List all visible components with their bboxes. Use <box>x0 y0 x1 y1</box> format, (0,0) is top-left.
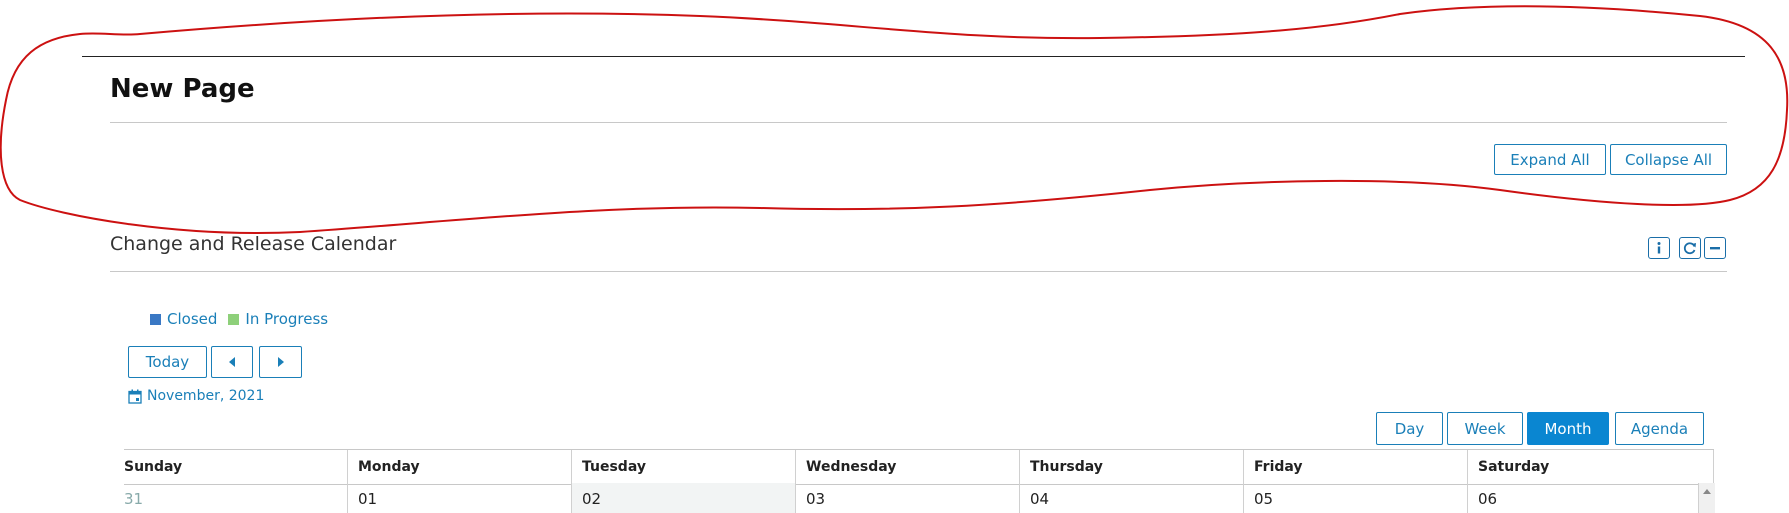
prev-button[interactable] <box>211 346 253 378</box>
day-header-saturday: Saturday <box>1468 450 1714 484</box>
calendar-header: Sunday Monday Tuesday Wednesday Thursday… <box>124 449 1714 485</box>
widget-title: Change and Release Calendar <box>110 233 397 255</box>
top-divider <box>82 56 1745 57</box>
title-divider <box>110 122 1727 123</box>
period-label: November, 2021 <box>147 388 265 404</box>
legend-item-closed: Closed <box>150 310 217 328</box>
triangle-left-icon <box>229 357 235 367</box>
day-header-monday: Monday <box>348 450 572 484</box>
expand-all-button[interactable]: Expand All <box>1494 144 1606 175</box>
day-cell[interactable]: 03 <box>796 483 1020 513</box>
widget-divider <box>110 271 1727 272</box>
collapse-all-button[interactable]: Collapse All <box>1610 144 1727 175</box>
legend-swatch-closed <box>150 313 161 325</box>
day-cell[interactable]: 01 <box>348 483 572 513</box>
legend-label-closed: Closed <box>167 310 218 328</box>
refresh-icon[interactable] <box>1679 237 1701 259</box>
day-cell[interactable]: 02 <box>572 483 796 513</box>
legend-item-in-progress: In Progress <box>228 310 328 328</box>
calendar-icon <box>128 389 142 404</box>
view-day-button[interactable]: Day <box>1376 412 1443 445</box>
day-header-friday: Friday <box>1244 450 1468 484</box>
view-agenda-button[interactable]: Agenda <box>1615 412 1704 445</box>
day-header-tuesday: Tuesday <box>572 450 796 484</box>
day-header-sunday: Sunday <box>124 450 348 484</box>
day-cell[interactable]: 05 <box>1244 483 1468 513</box>
today-button[interactable]: Today <box>128 346 207 378</box>
triangle-right-icon <box>277 357 284 367</box>
legend: Closed In Progress <box>150 310 339 328</box>
day-cell[interactable]: 31 <box>124 483 348 513</box>
legend-swatch-in-progress <box>228 313 240 325</box>
minimize-icon[interactable] <box>1704 237 1726 259</box>
info-icon[interactable] <box>1648 237 1670 259</box>
scroll-up-icon <box>1703 489 1711 494</box>
legend-label-in-progress: In Progress <box>245 310 329 328</box>
view-week-button[interactable]: Week <box>1447 412 1523 445</box>
day-header-wednesday: Wednesday <box>796 450 1020 484</box>
day-cell[interactable]: 04 <box>1020 483 1244 513</box>
day-header-thursday: Thursday <box>1020 450 1244 484</box>
period-selector[interactable]: November, 2021 <box>128 388 264 404</box>
calendar-week-row: 31 01 02 03 04 05 06 <box>124 483 1714 513</box>
view-month-button[interactable]: Month <box>1527 412 1609 445</box>
calendar-scrollbar[interactable] <box>1698 483 1715 513</box>
page-title: New Page <box>110 74 255 104</box>
day-cell[interactable]: 06 <box>1468 483 1714 513</box>
next-button[interactable] <box>259 346 302 378</box>
